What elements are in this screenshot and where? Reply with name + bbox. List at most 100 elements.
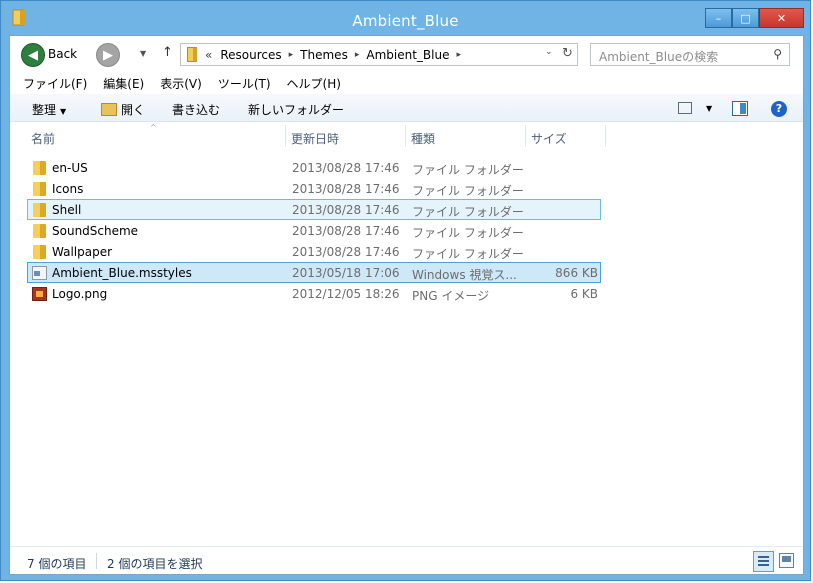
organize-button[interactable]: 整理 ▼	[32, 101, 66, 118]
status-divider	[96, 553, 97, 569]
organize-label: 整理	[32, 103, 57, 117]
file-type: PNG イメージ	[412, 289, 490, 303]
file-date: 2013/05/18 17:06	[292, 266, 400, 280]
address-bar[interactable]: « Resources ▸ Themes ▸ Ambient_Blue ▸ ⌄ …	[180, 43, 578, 66]
column-date[interactable]: 更新日時	[291, 130, 339, 147]
arrow-right-icon: ▶	[103, 47, 113, 63]
breadcrumb-themes[interactable]: Themes	[300, 48, 348, 62]
png-file-icon	[32, 287, 47, 301]
menu-bar: ファイル(F) 編集(E) 表示(V) ツール(T) ヘルプ(H)	[10, 72, 803, 94]
file-row-ambient-blue-msstyles[interactable]: Ambient_Blue.msstyles 2013/05/18 17:06 W…	[27, 262, 601, 283]
close-button[interactable]: ✕	[759, 8, 804, 28]
forward-button[interactable]: ▶	[96, 43, 120, 67]
view-options-dropdown[interactable]: ▼	[706, 104, 712, 113]
menu-edit[interactable]: 編集(E)	[103, 75, 144, 92]
maximize-button[interactable]: □	[732, 8, 759, 28]
file-list[interactable]: ^ 名前 更新日時 種類 サイズ en-US 2013/08/28 17:46 …	[10, 123, 803, 544]
large-icons-view-button[interactable]	[779, 553, 794, 568]
breadcrumb-ambient-blue[interactable]: Ambient_Blue	[366, 48, 449, 62]
file-name: Icons	[52, 182, 84, 196]
folder-icon	[33, 182, 46, 196]
folder-icon	[33, 203, 46, 217]
title-bar[interactable]: Ambient_Blue – □ ✕	[1, 1, 810, 35]
menu-view[interactable]: 表示(V)	[160, 75, 202, 92]
sort-ascending-icon: ^	[150, 123, 157, 132]
explorer-window: Ambient_Blue – □ ✕ ◀ Back ▶ ▼ ↑ « Resour…	[0, 0, 811, 581]
file-name: Shell	[52, 203, 82, 217]
new-folder-button[interactable]: 新しいフォルダー	[248, 101, 344, 118]
preview-pane-icon[interactable]	[732, 101, 748, 116]
up-button[interactable]: ↑	[162, 45, 173, 60]
chevron-right-icon[interactable]: ▸	[289, 50, 294, 60]
window-title: Ambient_Blue	[352, 12, 459, 30]
column-divider[interactable]	[605, 125, 606, 147]
column-divider[interactable]	[285, 125, 286, 147]
file-name: Logo.png	[52, 287, 108, 301]
chevron-down-icon: ▼	[60, 107, 67, 116]
address-dropdown[interactable]: ⌄	[545, 47, 553, 57]
file-row-shell[interactable]: Shell 2013/08/28 17:46 ファイル フォルダー	[27, 199, 601, 220]
file-size: 866 KB	[555, 266, 598, 280]
file-type: Windows 視覚ス...	[412, 268, 517, 282]
file-type: ファイル フォルダー	[412, 184, 524, 198]
column-type[interactable]: 種類	[411, 130, 435, 147]
file-name: SoundScheme	[52, 224, 139, 238]
file-type: ファイル フォルダー	[412, 205, 524, 219]
file-type: ファイル フォルダー	[412, 163, 524, 177]
column-divider[interactable]	[525, 125, 526, 147]
file-date: 2012/12/05 18:26	[292, 287, 400, 301]
details-view-button[interactable]	[753, 551, 774, 572]
breadcrumb-resources[interactable]: Resources	[220, 48, 281, 62]
column-divider[interactable]	[405, 125, 406, 147]
file-name: Wallpaper	[52, 245, 113, 259]
menu-file[interactable]: ファイル(F)	[23, 75, 87, 92]
back-label[interactable]: Back	[48, 47, 77, 61]
open-label: 開く	[121, 103, 146, 117]
chevron-right-icon[interactable]: ▸	[355, 50, 360, 60]
change-view-icon[interactable]	[678, 102, 692, 114]
burn-button[interactable]: 書き込む	[172, 101, 220, 118]
back-button[interactable]: ◀	[21, 43, 45, 67]
file-row-soundscheme[interactable]: SoundScheme 2013/08/28 17:46 ファイル フォルダー	[27, 220, 601, 241]
search-placeholder: Ambient_Blueの検索	[599, 50, 719, 64]
file-date: 2013/08/28 17:46	[292, 224, 400, 238]
selected-count: 2 個の項目を選択	[107, 557, 203, 571]
overflow-breadcrumb[interactable]: «	[205, 48, 212, 62]
help-icon[interactable]: ?	[771, 101, 787, 117]
file-type: ファイル フォルダー	[412, 247, 524, 261]
file-row-wallpaper[interactable]: Wallpaper 2013/08/28 17:46 ファイル フォルダー	[27, 241, 601, 262]
file-name: en-US	[52, 161, 88, 175]
file-date: 2013/08/28 17:46	[292, 182, 400, 196]
folder-icon	[33, 161, 46, 175]
folder-icon	[33, 245, 46, 259]
search-icon[interactable]: ⚲	[773, 47, 782, 61]
open-folder-icon	[101, 103, 117, 116]
file-date: 2013/08/28 17:46	[292, 203, 400, 217]
chevron-right-icon[interactable]: ▸	[456, 50, 461, 60]
explorer-client: ◀ Back ▶ ▼ ↑ « Resources ▸ Themes ▸ Ambi…	[9, 35, 804, 575]
refresh-icon[interactable]: ↻	[562, 46, 573, 61]
file-date: 2013/08/28 17:46	[292, 245, 400, 259]
file-date: 2013/08/28 17:46	[292, 161, 400, 175]
file-name: Ambient_Blue.msstyles	[52, 266, 192, 280]
command-bar: 整理 ▼ 開く 書き込む 新しいフォルダー ▼ ?	[10, 94, 803, 122]
item-count: 7 個の項目	[27, 557, 87, 571]
search-input[interactable]: Ambient_Blueの検索 ⚲	[590, 43, 790, 66]
file-row-en-us[interactable]: en-US 2013/08/28 17:46 ファイル フォルダー	[27, 157, 601, 178]
column-size[interactable]: サイズ	[531, 130, 567, 147]
file-row-icons[interactable]: Icons 2013/08/28 17:46 ファイル フォルダー	[27, 178, 601, 199]
file-type: ファイル フォルダー	[412, 226, 524, 240]
msstyles-file-icon	[32, 266, 47, 280]
open-button[interactable]: 開く	[101, 101, 145, 118]
column-name[interactable]: 名前	[31, 130, 55, 147]
file-row-logo-png[interactable]: Logo.png 2012/12/05 18:26 PNG イメージ 6 KB	[27, 283, 601, 304]
recent-locations-dropdown[interactable]: ▼	[140, 49, 146, 58]
folder-icon	[33, 224, 46, 238]
file-size: 6 KB	[570, 287, 598, 301]
menu-help[interactable]: ヘルプ(H)	[287, 75, 341, 92]
column-headers: ^ 名前 更新日時 種類 サイズ	[10, 123, 803, 149]
folder-icon	[187, 47, 197, 62]
address-row: ◀ Back ▶ ▼ ↑ « Resources ▸ Themes ▸ Ambi…	[10, 36, 803, 72]
menu-tools[interactable]: ツール(T)	[218, 75, 271, 92]
minimize-button[interactable]: –	[705, 8, 732, 28]
